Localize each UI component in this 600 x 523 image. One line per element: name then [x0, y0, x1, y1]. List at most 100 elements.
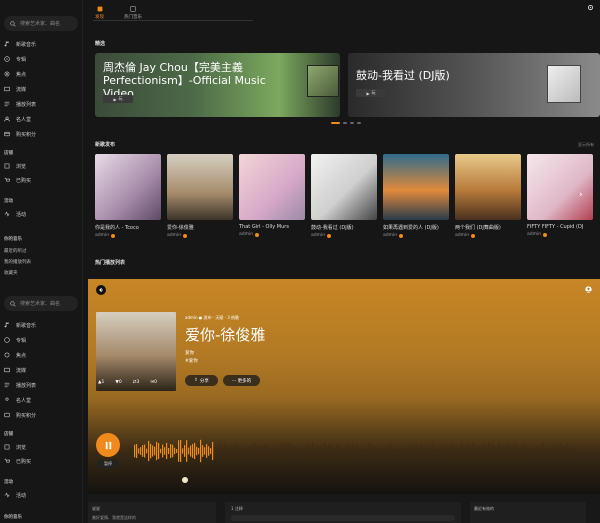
more-button[interactable]: ··· 更多的 — [223, 375, 260, 386]
nav-activity-dup[interactable]: 活动 — [4, 491, 26, 499]
album-card[interactable]: 鼓动-我看过 (DJ版) admin — [311, 154, 377, 238]
waveform-bar — [552, 444, 554, 458]
waveform-bar — [214, 447, 216, 455]
link-favorites[interactable]: 收藏夹 — [4, 270, 18, 276]
share-count[interactable]: ⇄3 — [133, 380, 140, 385]
nav-hall-of-fame-dup[interactable]: 名人堂 — [4, 396, 31, 404]
banner-play-button[interactable]: ▶ 玩 — [103, 95, 133, 103]
carousel-dot-active[interactable] — [331, 122, 340, 124]
nav-purchased[interactable]: 已购买 — [4, 176, 31, 184]
album-card[interactable]: FIFTY FIFTY - Cupid (DJ admin — [527, 154, 593, 237]
search-input-duplicate[interactable]: 搜索艺术家、曲名 — [4, 296, 78, 311]
album-card[interactable]: 两个我们 (DJ舞曲版) admin — [455, 154, 521, 238]
carousel-dot[interactable] — [343, 122, 347, 124]
song-tag[interactable]: #爱你 — [185, 358, 198, 364]
nav-label: 已购买 — [16, 177, 32, 184]
carousel-dot[interactable] — [350, 122, 354, 124]
nav-buy-credits[interactable]: 购买积分 — [4, 130, 36, 138]
waveform-bar — [212, 441, 214, 461]
album-artist: admin — [527, 232, 593, 237]
tab-discover[interactable]: 发现 — [95, 6, 104, 20]
nav-buy-credits-dup[interactable]: 购买积分 — [4, 411, 36, 419]
nav-album-dup[interactable]: 专辑 — [4, 336, 26, 344]
nav-label: 流媒 — [16, 86, 27, 93]
waveform-bar — [338, 443, 340, 459]
nav-browse-dup[interactable]: 浏览 — [4, 443, 26, 451]
nav-focus[interactable]: 焦点 — [4, 70, 26, 78]
album-name: 鼓动-我看过 (DJ版) — [311, 225, 354, 231]
nav-purchased-dup[interactable]: 已购买 — [4, 457, 31, 465]
waveform-bar — [414, 446, 416, 456]
carousel-dot[interactable] — [357, 122, 361, 124]
nav-new-music-dup[interactable]: 新歌音乐 — [4, 321, 36, 329]
nav-album[interactable]: 专辑 — [4, 55, 26, 63]
waveform-bar — [136, 444, 138, 458]
nav-activity[interactable]: 活动 — [4, 210, 26, 218]
waveform-bar — [312, 442, 314, 460]
focus-icon — [4, 71, 10, 77]
search-input[interactable]: 搜索艺术家、曲名 — [4, 16, 78, 31]
show-all-link[interactable]: 显示所有 — [578, 142, 594, 148]
like-count[interactable]: ▲1 — [98, 380, 104, 385]
waveform-bar — [362, 448, 364, 454]
waveform[interactable] — [134, 431, 574, 471]
carousel-next-button[interactable]: › — [579, 190, 583, 200]
waveform-bar — [256, 447, 258, 455]
album-card[interactable]: 你是我的人 - Tcoco admin — [95, 154, 161, 238]
nav-new-music[interactable]: 新歌音乐 — [4, 40, 36, 48]
section-title-activity: 活动 — [4, 199, 13, 204]
waveform-bar — [334, 448, 336, 454]
nav-stream[interactable]: 流媒 — [4, 85, 26, 93]
waveform-bar — [318, 445, 320, 457]
waveform-bar — [196, 446, 198, 456]
waveform-bar — [160, 448, 162, 454]
share-value: 3 — [136, 380, 140, 385]
gear-icon[interactable] — [587, 4, 594, 11]
album-card[interactable]: 如果再遇到爱的人 (DJ版) admin — [383, 154, 449, 238]
waveform-bar — [290, 444, 292, 458]
waveform-bar — [294, 445, 296, 457]
waveform-bar — [528, 448, 530, 454]
album-card[interactable]: That Girl - Olly Murs admin — [239, 154, 305, 237]
music-note-icon — [4, 41, 9, 47]
nav-label: 名人堂 — [16, 397, 32, 404]
pause-button[interactable] — [96, 433, 120, 457]
nav-browse[interactable]: 浏览 — [4, 162, 26, 170]
waveform-bar — [198, 447, 200, 455]
album-card[interactable]: 爱你-徐俊雅 admin — [167, 154, 233, 238]
nav-playlist-dup[interactable]: 播放列表 — [4, 381, 36, 389]
comment-input[interactable] — [231, 515, 455, 521]
album-cover — [239, 154, 305, 220]
nav-playlist[interactable]: 播放列表 — [4, 100, 36, 108]
purchased-icon — [4, 458, 10, 463]
album-cover — [167, 154, 233, 220]
waveform-bar — [248, 446, 250, 456]
nav-focus-dup[interactable]: 焦点 — [4, 351, 26, 359]
nav-stream-dup[interactable]: 流媒 — [4, 366, 26, 374]
nav-hall-of-fame[interactable]: 名人堂 — [4, 115, 31, 123]
waveform-bar — [282, 443, 284, 459]
waveform-bar — [232, 446, 234, 456]
share-button[interactable]: ⇪ 分享 — [185, 375, 218, 386]
link-my-playlists[interactable]: 我的播放列表 — [4, 259, 31, 265]
about-text: 美好爱情、我就是这样的 — [92, 515, 136, 520]
back-button[interactable] — [96, 285, 106, 295]
featured-banner-2[interactable]: 鼓动-我看过 (DJ版) ▶ 玩 — [348, 53, 600, 117]
waveform-bar — [366, 445, 368, 457]
waveform-bar — [270, 447, 272, 455]
waveform-bar — [376, 449, 378, 453]
browse-icon — [4, 163, 10, 169]
artist-name: admin — [167, 233, 182, 238]
album-name: 你是我的人 - Tcoco — [95, 225, 139, 231]
verified-badge-icon — [399, 233, 404, 238]
tab-hot-music[interactable]: 热门音乐 — [124, 6, 142, 20]
featured-banner-1[interactable]: 周杰倫 Jay Chou【完美主義 Perfectionism】-Officia… — [95, 53, 340, 117]
waveform-bar — [520, 446, 522, 456]
comment-count[interactable]: ✉0 — [150, 380, 157, 385]
user-icon[interactable] — [585, 286, 592, 293]
link-recent[interactable]: 最近的听过 — [4, 248, 27, 254]
banner-play-button[interactable]: ▶ 玩 — [356, 89, 386, 97]
nav-label: 专辑 — [16, 56, 27, 63]
waveform-bar — [526, 444, 528, 458]
dislike-count[interactable]: ▼0 — [115, 380, 121, 385]
